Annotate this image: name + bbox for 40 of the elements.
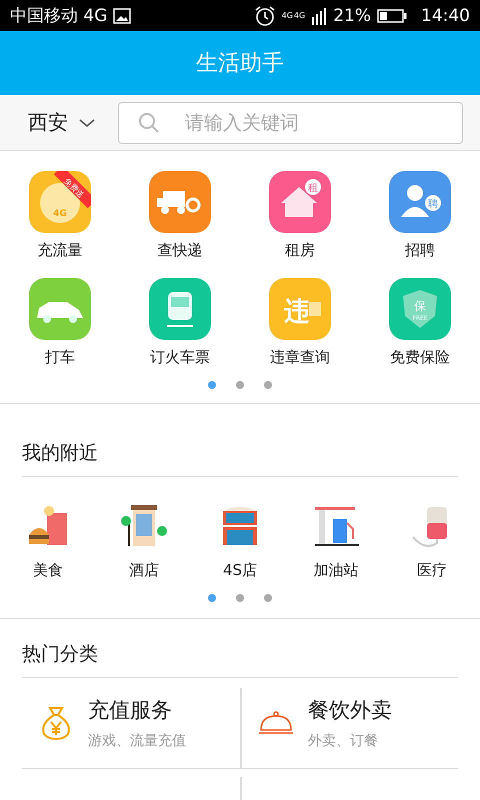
- rent-icon: 租: [269, 171, 331, 233]
- network-type-label: 4G: [282, 12, 293, 20]
- page-dot[interactable]: [264, 594, 272, 602]
- service-shortcut[interactable]: 订火车票: [120, 278, 240, 367]
- page-dot[interactable]: [264, 381, 272, 389]
- page-dot[interactable]: [236, 594, 244, 602]
- category-item[interactable]: 充值服务 游戏、流量充值: [22, 688, 240, 768]
- page-dot[interactable]: [208, 381, 216, 389]
- service-shortcut[interactable]: 租 租房: [240, 171, 360, 260]
- service-shortcut[interactable]: 违 违章查询: [240, 278, 360, 367]
- battery-percent: 21%: [333, 6, 371, 26]
- service-shortcut[interactable]: 打车: [0, 278, 120, 367]
- page-dot[interactable]: [208, 594, 216, 602]
- carrier-label: 中国移动 4G: [10, 5, 108, 27]
- nearby-item[interactable]: 酒店: [96, 501, 192, 580]
- nearby-item[interactable]: 医疗: [384, 501, 480, 580]
- violation-icon: 违: [269, 278, 331, 340]
- network-type-label: 4G: [294, 12, 306, 20]
- chevron-down-icon[interactable]: [78, 116, 96, 128]
- nearby-item[interactable]: 4S店: [192, 501, 288, 580]
- alarm-icon: [254, 4, 276, 26]
- page-dot[interactable]: [236, 381, 244, 389]
- section-title: 我的附近: [22, 440, 458, 477]
- battery-icon: [377, 8, 407, 22]
- data-icon: 4G 免费送: [29, 171, 91, 233]
- clock: 14:40: [421, 6, 470, 26]
- nearby-item[interactable]: 美食: [0, 501, 96, 580]
- service-shortcut[interactable]: 查快递: [120, 171, 240, 260]
- image-icon: [113, 8, 132, 24]
- jobs-icon: 聘: [389, 171, 451, 233]
- service-shortcut[interactable]: 4G 免费送 充流量: [0, 171, 120, 260]
- signal-icon: [311, 6, 328, 24]
- category-item[interactable]: 餐饮外卖 外卖、订餐: [240, 688, 458, 768]
- service-shortcut[interactable]: 聘 招聘: [360, 171, 480, 260]
- nearby-item[interactable]: 加油站: [288, 501, 384, 580]
- cloche-icon: [258, 711, 294, 735]
- search-field[interactable]: 请输入关键词: [118, 102, 463, 144]
- page-title: 生活助手: [196, 50, 284, 78]
- section-title: 热门分类: [22, 641, 458, 678]
- city-selector[interactable]: 西安: [28, 109, 68, 136]
